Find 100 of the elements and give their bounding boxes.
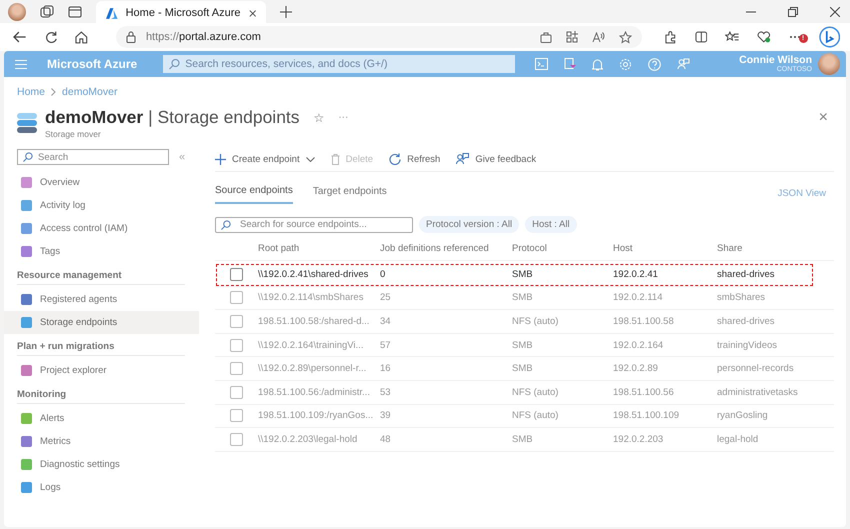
table-cell-text: NFS (auto) <box>512 316 560 327</box>
restore-icon[interactable] <box>788 7 798 17</box>
table-cell-text: 198.51.100.109 <box>613 410 680 422</box>
chevron-icon <box>51 88 56 96</box>
collections-icon[interactable] <box>40 5 54 19</box>
filter-pill[interactable]: Host : All <box>525 216 577 233</box>
home-icon[interactable] <box>75 30 88 44</box>
table-cell-text: SMB <box>512 363 534 374</box>
reload-icon[interactable] <box>44 30 58 44</box>
plus-icon <box>215 154 226 164</box>
json-view-link[interactable]: JSON View <box>778 188 826 198</box>
table-cell-text: SMB <box>512 268 534 280</box>
sidebar-item[interactable]: Access control (IAM) <box>4 217 199 240</box>
browser-tab[interactable]: Home - Microsoft Azure <box>96 1 266 25</box>
close-button[interactable]: × <box>818 109 828 127</box>
column-header[interactable]: Root path <box>258 243 380 254</box>
page-title: demoMover | Storage endpoints <box>45 107 300 128</box>
extensions-icon[interactable] <box>664 30 677 44</box>
row-checkbox[interactable] <box>230 338 243 352</box>
apps-icon[interactable] <box>566 31 578 43</box>
row-checkbox[interactable] <box>230 362 243 376</box>
close-icon[interactable] <box>830 7 840 17</box>
table-cell-text: 53 <box>380 386 392 398</box>
table-cell-text: NFS (auto) <box>512 410 560 422</box>
toolbar-button[interactable]: Create endpoint <box>215 154 315 164</box>
table-cell-text: \\192.0.2.89\personnel-r... <box>258 363 368 374</box>
profile-avatar[interactable] <box>8 3 26 21</box>
row-checkbox[interactable] <box>230 432 243 446</box>
table-cell-text: smbShares <box>717 292 766 304</box>
table-cell-text: \\192.0.2.41\shared-drives <box>258 268 370 280</box>
table-cell-text: trainingVideos <box>717 340 778 351</box>
sidebar-item[interactable]: Registered agents <box>4 288 199 311</box>
table-cell-text: 198.51.100.56 <box>613 386 675 398</box>
tab[interactable]: Source endpoints <box>215 182 293 204</box>
table-cell-text: 192.0.2.203 <box>613 434 664 445</box>
table-cell-text: SMB <box>512 340 534 351</box>
tab[interactable]: Target endpoints <box>312 183 387 203</box>
row-checkbox[interactable] <box>230 314 243 328</box>
more-button[interactable]: ··· <box>338 112 348 123</box>
search-icon <box>169 58 180 70</box>
favorite-icon[interactable] <box>619 30 632 44</box>
sidebar-item[interactable]: Tags <box>4 240 199 263</box>
table-cell-text: 198.51.100.109:/ryanGos... <box>258 410 374 422</box>
table-cell-text: SMB <box>512 292 534 304</box>
bag-icon[interactable] <box>540 32 552 42</box>
column-header[interactable]: Share <box>717 243 807 254</box>
collapse-button[interactable]: « <box>179 151 186 163</box>
section-heading: Resource management <box>17 263 185 285</box>
more-icon[interactable] <box>788 35 801 39</box>
row-checkbox[interactable] <box>230 291 243 304</box>
table-cell-text: 34 <box>380 316 392 327</box>
section-heading: Plan + run migrations <box>17 334 185 356</box>
column-header[interactable]: Host <box>613 243 717 254</box>
table-cell-text: administrativetasks <box>717 386 799 398</box>
read-aloud-icon[interactable] <box>592 32 606 42</box>
table-cell-text: 16 <box>380 363 392 374</box>
table-cell-text: SMB <box>512 434 534 445</box>
search-icon <box>23 152 33 162</box>
section-heading: Monitoring <box>17 382 185 404</box>
table-cell-text: 192.0.2.41 <box>613 268 659 280</box>
sidebar-item[interactable]: Overview <box>4 171 199 194</box>
global-search-field[interactable]: Search resources, services, and docs (G+/) <box>163 55 516 73</box>
split-screen-icon[interactable] <box>694 31 708 43</box>
table-cell-text: 39 <box>380 410 392 422</box>
table-cell-text: shared-drives <box>717 268 776 280</box>
row-checkbox[interactable] <box>230 268 243 281</box>
new-tab-icon[interactable] <box>280 6 292 18</box>
endpoint-search-field[interactable]: Search for source endpoints... <box>215 216 413 232</box>
favorites-icon[interactable] <box>725 31 739 43</box>
toolbar-button[interactable]: Refresh <box>389 153 440 165</box>
filter-pill[interactable]: Protocol version : All <box>419 216 520 233</box>
back-icon[interactable] <box>13 31 27 43</box>
table-cell-text: 0 <box>380 268 386 280</box>
row-checkbox[interactable] <box>230 386 243 399</box>
row-checkbox[interactable] <box>230 409 243 422</box>
toolbar-button[interactable]: Give feedback <box>456 153 536 165</box>
sidebar-item[interactable]: Project explorer <box>4 359 199 382</box>
lock-icon <box>126 31 136 43</box>
sidebar-search-field[interactable]: Search <box>17 149 169 165</box>
tab-actions-icon[interactable] <box>68 5 82 19</box>
table-cell-text: \\192.0.2.114\smbShares <box>258 292 364 304</box>
table-cell-text: personnel-records <box>717 363 795 374</box>
sidebar-item[interactable]: Diagnostic settings <box>4 453 199 476</box>
sidebar-item[interactable]: Storage endpoints <box>4 311 199 334</box>
table-cell-text: 192.0.2.89 <box>613 363 659 374</box>
breadcrumb-link[interactable]: demoMover <box>62 86 118 98</box>
sidebar-item[interactable]: Metrics <box>4 430 199 453</box>
column-header[interactable]: Job definitions referenced <box>380 243 512 254</box>
sidebar-item[interactable]: Logs <box>4 476 199 499</box>
sidebar-item[interactable]: Activity log <box>4 194 199 217</box>
filter-icon[interactable] <box>564 58 576 70</box>
sidebar-item[interactable]: Alerts <box>4 407 199 430</box>
column-header[interactable]: Protocol <box>512 243 613 254</box>
close-icon[interactable] <box>248 8 256 18</box>
breadcrumb-link[interactable]: Home <box>17 86 46 98</box>
copilot-icon[interactable] <box>818 26 840 48</box>
favorite-star[interactable]: ☆ <box>314 110 324 124</box>
health-icon[interactable] <box>756 31 771 43</box>
search-icon <box>221 220 231 230</box>
address-bar[interactable]: https://portal.azure.com <box>116 26 642 48</box>
